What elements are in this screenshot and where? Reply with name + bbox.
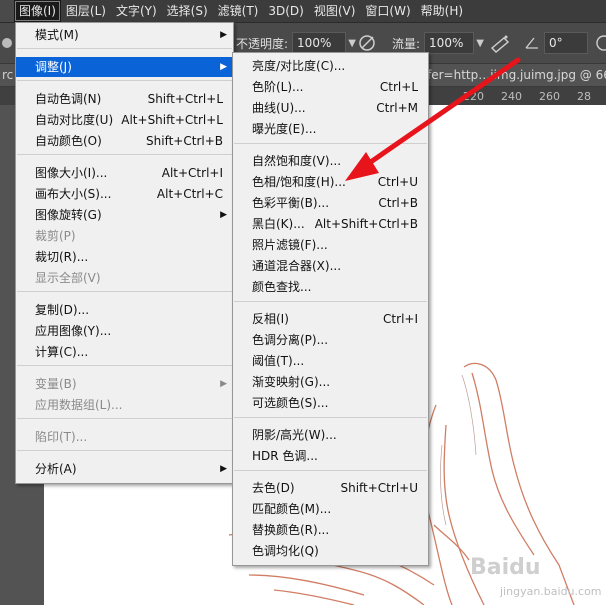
menu-window[interactable]: 窗口(W): [360, 0, 415, 22]
ruler-tick: 260: [539, 90, 560, 103]
menu-item-levels[interactable]: 色阶(L)... Ctrl+L: [233, 77, 428, 97]
menu-item-apply-image[interactable]: 应用图像(Y)...: [16, 321, 233, 341]
menu-item-replace-color[interactable]: 替换颜色(R)...: [233, 520, 428, 540]
menu-item-posterize[interactable]: 色调分离(P)...: [233, 330, 428, 350]
menu-item-desaturate[interactable]: 去色(D) Shift+Ctrl+U: [233, 478, 428, 498]
menu-item-selective-color[interactable]: 可选颜色(S)...: [233, 393, 428, 413]
menu-item-mode[interactable]: 模式(M) ▶: [16, 25, 233, 45]
menu-separator: [234, 301, 427, 302]
menu-item-channel-mixer[interactable]: 通道混合器(X)...: [233, 256, 428, 276]
menu-type[interactable]: 文字(Y): [111, 0, 162, 22]
submenu-arrow-icon: ▶: [220, 62, 227, 72]
menu-item-gradient-map[interactable]: 渐变映射(G)...: [233, 372, 428, 392]
pressure-size-icon[interactable]: [594, 32, 606, 54]
menu-item-auto-contrast[interactable]: 自动对比度(U) Alt+Shift+Ctrl+L: [16, 110, 233, 130]
menu-item-reveal-all[interactable]: 显示全部(V): [16, 268, 233, 288]
menu-filter[interactable]: 滤镜(T): [213, 0, 264, 22]
menu-item-hdr-toning[interactable]: HDR 色调...: [233, 446, 428, 466]
menu-item-threshold[interactable]: 阈值(T)...: [233, 351, 428, 371]
menu-separator: [17, 365, 232, 366]
app-logo-icon: [0, 0, 14, 22]
document-tab-title[interactable]: fer=http…jimg.juimg.jpg @ 66.7%: [427, 64, 606, 86]
menu-view[interactable]: 视图(V): [309, 0, 361, 22]
menu-item-trim[interactable]: 裁切(R)...: [16, 247, 233, 267]
menu-item-photo-filter[interactable]: 照片滤镜(F)...: [233, 235, 428, 255]
airbrush-icon[interactable]: [488, 32, 512, 54]
menu-image[interactable]: 图像(I): [14, 0, 61, 22]
menu-separator: [17, 80, 232, 81]
menu-item-variables[interactable]: 变量(B) ▶: [16, 374, 233, 394]
ruler-tick: 28: [577, 90, 591, 103]
menu-item-adjust[interactable]: 调整(J) ▶: [16, 57, 233, 77]
ruler-tick: 240: [501, 90, 522, 103]
menu-item-hue-saturation[interactable]: 色相/饱和度(H)... Ctrl+U: [233, 172, 428, 192]
menu-item-crop[interactable]: 裁剪(P): [16, 226, 233, 246]
menu-item-black-white[interactable]: 黑白(K)... Alt+Shift+Ctrl+B: [233, 214, 428, 234]
menu-separator: [17, 48, 232, 49]
flow-label: 流量:: [392, 36, 421, 51]
menu-separator: [17, 418, 232, 419]
angle-icon: [525, 37, 538, 49]
menu-item-duplicate[interactable]: 复制(D)...: [16, 300, 233, 320]
menu-item-brightness-contrast[interactable]: 亮度/对比度(C)...: [233, 56, 428, 76]
image-menu: 模式(M) ▶ 调整(J) ▶ 自动色调(N) Shift+Ctrl+L 自动对比度(…: [15, 22, 234, 484]
menu-select[interactable]: 选择(S): [162, 0, 213, 22]
menu-item-equalize[interactable]: 色调均化(Q): [233, 541, 428, 561]
menu-separator: [17, 450, 232, 451]
menu-item-vibrance[interactable]: 自然饱和度(V)...: [233, 151, 428, 171]
menu-separator: [17, 154, 232, 155]
submenu-arrow-icon: ▶: [220, 464, 227, 474]
pressure-opacity-icon[interactable]: [356, 32, 378, 54]
flow-dropdown-icon[interactable]: ▼: [474, 33, 486, 53]
menu-item-image-rotation[interactable]: 图像旋转(G) ▶: [16, 205, 233, 225]
menu-item-shadows-highlights[interactable]: 阴影/高光(W)...: [233, 425, 428, 445]
menu-item-apply-data-set[interactable]: 应用数据组(L)...: [16, 395, 233, 415]
menu-item-exposure[interactable]: 曝光度(E)...: [233, 119, 428, 139]
menu-item-trap[interactable]: 陷印(T)...: [16, 427, 233, 447]
submenu-arrow-icon: ▶: [220, 379, 227, 389]
menu-separator: [234, 143, 427, 144]
opacity-input[interactable]: 100%: [292, 32, 347, 54]
menu-bar: 图像(I) 图层(L) 文字(Y) 选择(S) 滤镜(T) 3D(D) 视图(V…: [0, 0, 606, 23]
menu-item-match-color[interactable]: 匹配颜色(M)...: [233, 499, 428, 519]
menu-help[interactable]: 帮助(H): [416, 0, 468, 22]
adjustments-submenu: 亮度/对比度(C)... 色阶(L)... Ctrl+L 曲线(U)... Ctrl…: [232, 52, 429, 566]
ruler-tick: 220: [463, 90, 484, 103]
menu-item-analysis[interactable]: 分析(A) ▶: [16, 459, 233, 479]
document-tab-left[interactable]: rc: [0, 64, 13, 86]
menu-item-invert[interactable]: 反相(I) Ctrl+I: [233, 309, 428, 329]
opacity-label: 不透明度:: [236, 36, 289, 51]
menu-item-auto-color[interactable]: 自动颜色(O) Shift+Ctrl+B: [16, 131, 233, 151]
watermark-url: jingyan.baidu.com: [500, 585, 602, 598]
brush-preset-icon: [2, 38, 12, 48]
brush-preset[interactable]: [0, 23, 14, 63]
flow-input[interactable]: 100%: [424, 32, 475, 54]
submenu-arrow-icon: ▶: [220, 210, 227, 220]
menu-item-image-size[interactable]: 图像大小(I)... Alt+Ctrl+I: [16, 163, 233, 183]
menu-separator: [234, 470, 427, 471]
watermark-logo: Baidu: [470, 555, 541, 580]
menu-3d[interactable]: 3D(D): [263, 0, 308, 22]
menu-separator: [17, 291, 232, 292]
menu-item-curves[interactable]: 曲线(U)... Ctrl+M: [233, 98, 428, 118]
angle-input[interactable]: 0°: [544, 32, 588, 54]
submenu-arrow-icon: ▶: [220, 30, 227, 40]
menu-item-calculations[interactable]: 计算(C)...: [16, 342, 233, 362]
menu-layer[interactable]: 图层(L): [61, 0, 111, 22]
menu-item-color-balance[interactable]: 色彩平衡(B)... Ctrl+B: [233, 193, 428, 213]
menu-item-color-lookup[interactable]: 颜色查找...: [233, 277, 428, 297]
menu-item-canvas-size[interactable]: 画布大小(S)... Alt+Ctrl+C: [16, 184, 233, 204]
menu-separator: [234, 417, 427, 418]
menu-item-auto-tone[interactable]: 自动色调(N) Shift+Ctrl+L: [16, 89, 233, 109]
